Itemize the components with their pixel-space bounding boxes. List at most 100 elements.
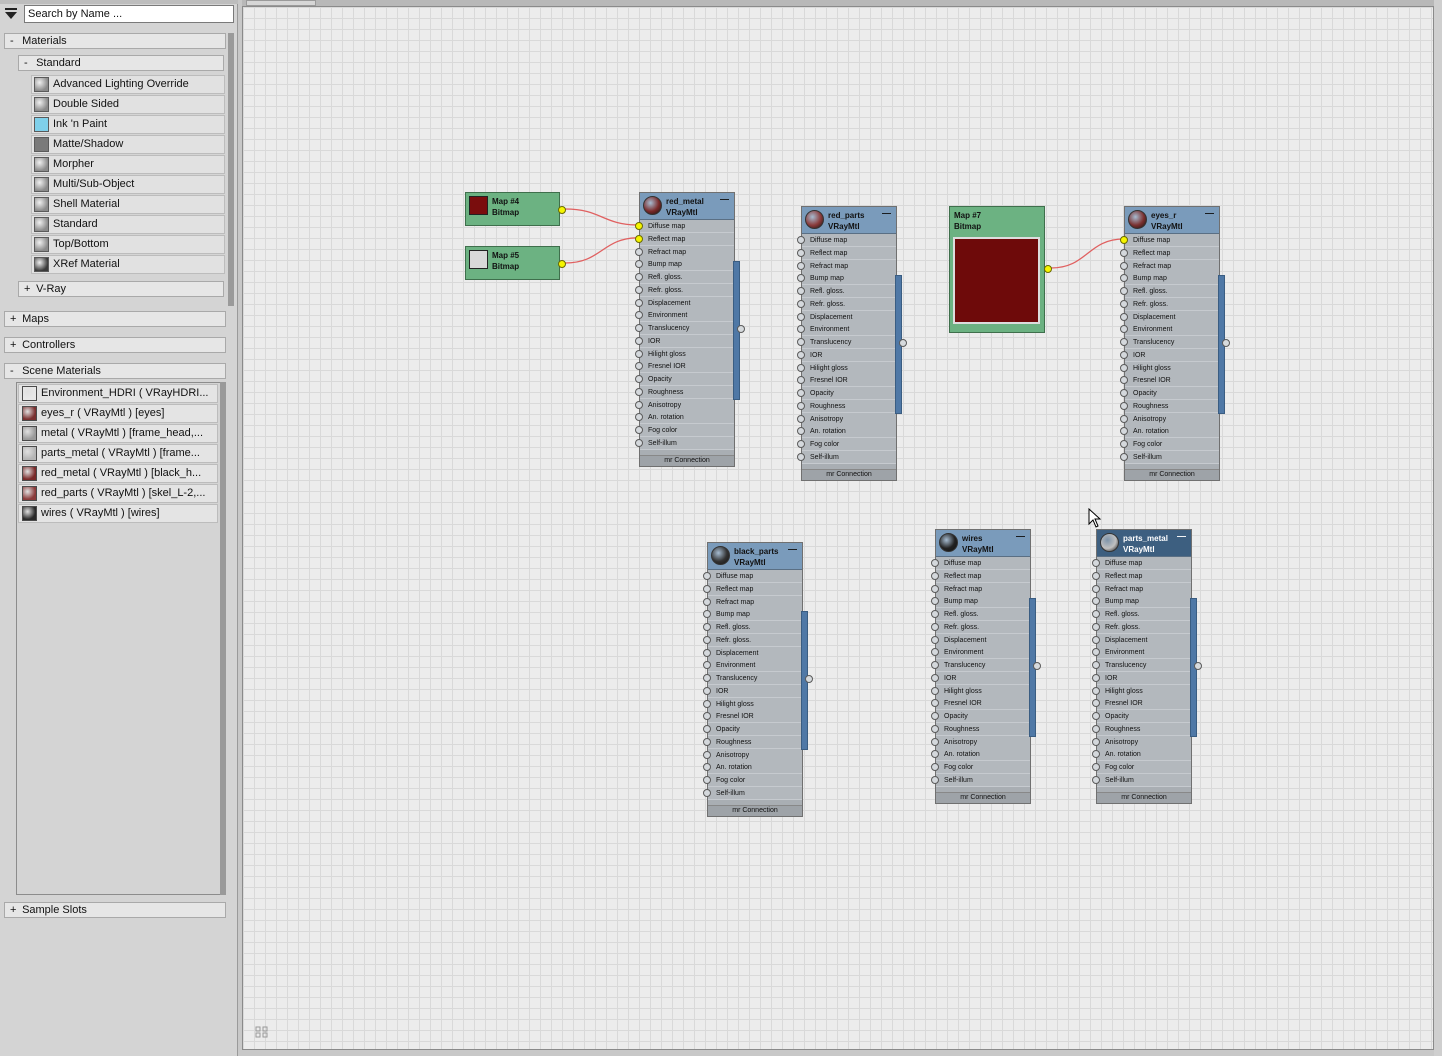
scene-material-item[interactable]: red_parts ( VRayMtl ) [skel_L-2,... (18, 484, 218, 503)
map-slot[interactable]: Environment (1092, 646, 1191, 660)
input-socket-icon[interactable] (797, 261, 805, 270)
bitmap-node[interactable]: Map #5 Bitmap (465, 246, 566, 280)
map-slot[interactable]: Fog color (1092, 761, 1191, 774)
mr-connection-rollout[interactable]: mr Connection (802, 469, 896, 480)
map-slot[interactable]: IOR (703, 684, 802, 698)
map-slot[interactable]: Hilight gloss (635, 347, 734, 361)
map-slot[interactable]: Fresnel IOR (703, 710, 802, 724)
map-slot[interactable]: Reflect map (797, 246, 896, 260)
map-slot[interactable]: Refr. gloss. (703, 633, 802, 647)
input-socket-icon[interactable] (635, 311, 643, 320)
input-socket-icon[interactable] (635, 426, 643, 434)
scene-material-item[interactable]: wires ( VRayMtl ) [wires] (18, 504, 218, 523)
input-socket-icon[interactable] (931, 673, 939, 682)
map-slot[interactable]: Hilight gloss (703, 697, 802, 711)
output-socket-icon[interactable] (1222, 339, 1230, 347)
input-socket-icon[interactable] (931, 622, 939, 631)
map-slot[interactable]: Self-illum (635, 436, 734, 450)
output-socket-icon[interactable] (737, 325, 745, 333)
mr-connection-rollout[interactable]: mr Connection (640, 455, 734, 466)
input-socket-icon[interactable] (1120, 261, 1128, 270)
input-socket-icon[interactable] (703, 788, 711, 797)
map-slot[interactable]: Diffuse map (931, 557, 1030, 570)
material-type-item[interactable]: Ink 'n Paint (31, 115, 225, 134)
input-socket-icon[interactable] (1120, 287, 1128, 295)
map-slot[interactable]: Environment (1120, 323, 1219, 337)
input-socket-icon[interactable] (703, 623, 711, 631)
input-socket-icon[interactable] (1092, 622, 1100, 631)
map-slot[interactable]: Displacement (931, 633, 1030, 647)
minimize-icon[interactable]: — (1205, 208, 1214, 218)
input-socket-icon[interactable] (931, 597, 939, 606)
input-socket-icon[interactable] (931, 648, 939, 657)
input-socket-icon[interactable] (1120, 363, 1128, 372)
material-node[interactable]: black_parts VRayMtl — Diffuse map Reflect ma… (703, 542, 813, 817)
input-socket-icon[interactable] (797, 363, 805, 372)
input-socket-icon[interactable] (1092, 648, 1100, 657)
output-socket-icon[interactable] (558, 206, 566, 214)
map-slot[interactable]: Refract map (797, 259, 896, 273)
map-slot[interactable]: Self-illum (1092, 773, 1191, 787)
input-socket-icon[interactable] (1092, 775, 1100, 784)
map-slot[interactable]: Roughness (635, 385, 734, 399)
view-navigation-icon[interactable] (254, 1024, 270, 1040)
map-slot[interactable]: Displacement (1120, 310, 1219, 324)
map-slot[interactable]: Hilight gloss (1120, 361, 1219, 375)
group-controllers[interactable]: + Controllers (4, 337, 226, 353)
input-socket-icon[interactable] (931, 775, 939, 784)
input-socket-icon[interactable] (635, 336, 643, 345)
group-sample-slots[interactable]: + Sample Slots (4, 902, 226, 918)
map-slot[interactable]: Diffuse map (1092, 557, 1191, 570)
map-slot[interactable]: Refl. gloss. (931, 608, 1030, 621)
material-type-item[interactable]: Multi/Sub-Object (31, 175, 225, 194)
map-slot[interactable]: Roughness (1120, 399, 1219, 413)
map-slot[interactable]: Fog color (703, 774, 802, 787)
map-slot[interactable]: Refr. gloss. (1120, 297, 1219, 311)
map-slot[interactable]: IOR (931, 671, 1030, 685)
map-slot[interactable]: Fog color (635, 424, 734, 437)
input-socket-icon[interactable] (635, 413, 643, 422)
map-slot[interactable]: Refr. gloss. (1092, 620, 1191, 634)
map-slot[interactable]: Diffuse map (703, 570, 802, 583)
scene-material-item[interactable]: metal ( VRayMtl ) [frame_head,... (18, 424, 218, 443)
input-socket-icon[interactable] (797, 287, 805, 295)
map-slot[interactable]: Translucency (931, 659, 1030, 672)
input-socket-icon[interactable] (703, 572, 711, 580)
mr-connection-rollout[interactable]: mr Connection (936, 792, 1030, 803)
input-socket-icon[interactable] (1120, 299, 1128, 308)
map-slot[interactable]: Environment (797, 323, 896, 337)
input-socket-icon[interactable] (703, 635, 711, 644)
map-slot[interactable]: IOR (1120, 348, 1219, 362)
map-slot[interactable]: Anisotropy (703, 748, 802, 762)
input-socket-icon[interactable] (635, 247, 643, 256)
map-slot[interactable]: Translucency (1120, 336, 1219, 349)
input-socket-icon[interactable] (1120, 312, 1128, 321)
input-socket-icon[interactable] (797, 452, 805, 461)
input-socket-icon[interactable] (1092, 712, 1100, 720)
map-slot[interactable]: Roughness (703, 735, 802, 749)
input-socket-icon[interactable] (635, 375, 643, 383)
map-slot[interactable]: Opacity (797, 387, 896, 400)
map-slot[interactable]: Roughness (1092, 722, 1191, 736)
input-socket-icon[interactable] (635, 400, 643, 409)
input-socket-icon[interactable] (931, 699, 939, 708)
input-socket-icon[interactable] (1092, 763, 1100, 771)
input-socket-icon[interactable] (703, 763, 711, 772)
map-slot[interactable]: Opacity (1092, 710, 1191, 723)
map-slot[interactable]: Fog color (931, 761, 1030, 774)
node-header[interactable]: parts_metal VRayMtl — (1097, 530, 1191, 557)
material-type-item[interactable]: Standard (31, 215, 225, 234)
input-socket-icon[interactable] (797, 389, 805, 397)
map-slot[interactable]: Refract map (1120, 259, 1219, 273)
output-socket-icon[interactable] (1194, 662, 1202, 670)
map-slot[interactable]: Displacement (1092, 633, 1191, 647)
input-socket-icon[interactable] (1092, 571, 1100, 580)
input-socket-icon[interactable] (931, 559, 939, 567)
input-socket-icon[interactable] (635, 362, 643, 371)
map-slot[interactable]: Anisotropy (931, 735, 1030, 749)
input-socket-icon[interactable] (635, 438, 643, 447)
material-type-item[interactable]: Advanced Lighting Override (31, 75, 225, 94)
input-socket-icon[interactable] (797, 236, 805, 244)
map-slot[interactable]: Self-illum (1120, 450, 1219, 464)
map-slot[interactable]: Reflect map (931, 569, 1030, 583)
